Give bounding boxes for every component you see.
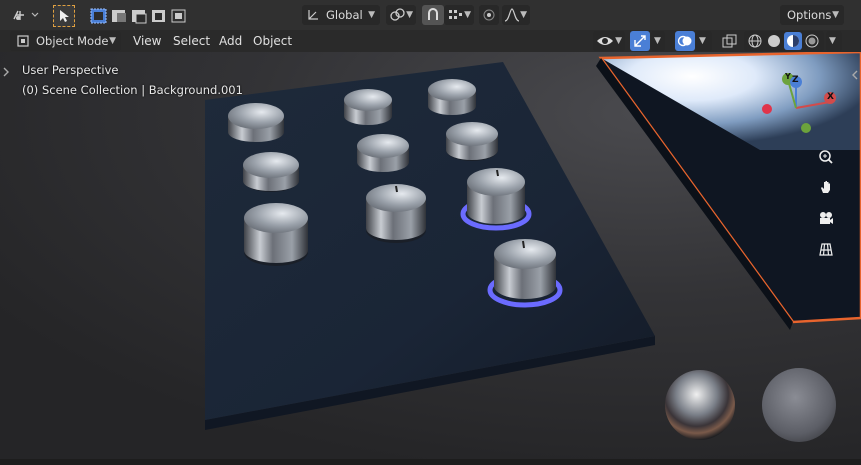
options-dropdown[interactable]: Options ▼ [780, 5, 844, 25]
snap-toggle[interactable] [422, 5, 444, 25]
viewport-scene[interactable] [0, 52, 861, 459]
shading-mode-group [744, 31, 824, 51]
chevron-down-icon: ▼ [832, 10, 839, 20]
hdri-diffuse-ball [762, 368, 836, 442]
transform-orientation-dropdown[interactable]: Global ▼ [302, 5, 380, 25]
zoom-icon [818, 149, 834, 168]
knob[interactable] [243, 152, 299, 192]
navigation-gizmo[interactable]: Z Y X [758, 70, 848, 140]
ortho-toggle-button[interactable] [815, 239, 837, 261]
camera-view-button[interactable] [815, 208, 837, 230]
overlay-toggle[interactable] [675, 31, 695, 51]
snap-target-dropdown[interactable]: ▼ [444, 5, 474, 25]
shading-solid-icon[interactable] [766, 33, 782, 49]
snap-icon [425, 7, 441, 23]
menu-view[interactable]: View [133, 32, 161, 50]
options-label: Options [787, 8, 832, 22]
chevron-down-icon: ▼ [520, 10, 527, 20]
chevron-down-icon: ▼ [406, 10, 413, 20]
pan-button[interactable] [815, 177, 837, 199]
grid-ortho-icon [818, 241, 834, 260]
knob[interactable] [357, 134, 409, 172]
chevron-down-icon: ▼ [829, 36, 836, 46]
object-mode-icon [16, 34, 30, 48]
shading-wireframe-icon[interactable] [747, 33, 763, 49]
shading-rendered-icon[interactable] [804, 33, 820, 49]
shading-dropdown[interactable]: ▼ [826, 31, 842, 51]
menu-object[interactable]: Object [253, 32, 292, 50]
select-tool-icon[interactable] [53, 5, 75, 27]
falloff-dropdown[interactable]: ▼ [502, 5, 530, 25]
menu-add[interactable]: Add [219, 32, 242, 50]
knob-lit[interactable] [460, 168, 532, 231]
camera-icon [818, 210, 834, 229]
chevron-down-icon: ▼ [464, 10, 471, 20]
knob[interactable] [244, 203, 308, 266]
knob[interactable] [446, 122, 498, 161]
proportional-edit-toggle[interactable] [479, 5, 499, 25]
chevron-down-icon: ▼ [615, 36, 622, 46]
gizmo-y-label: Y [785, 72, 791, 81]
chevron-down-icon: ▼ [109, 36, 116, 46]
transform-orientation-icon [306, 8, 320, 22]
hand-pan-icon [818, 179, 834, 198]
falloff-curve-icon [504, 8, 520, 22]
bottom-editor-edge [0, 459, 861, 465]
knob[interactable] [228, 103, 284, 142]
shading-material-icon[interactable] [784, 32, 802, 50]
mode-dropdown[interactable]: Object Mode ▼ [10, 31, 121, 51]
hdri-chrome-ball [665, 370, 735, 440]
overlay-icon [677, 33, 693, 49]
proportional-edit-icon [482, 8, 496, 22]
collection-info: (0) Scene Collection | Background.001 [22, 83, 243, 97]
view-name: User Perspective [22, 63, 119, 77]
xray-icon[interactable] [721, 33, 739, 49]
knob[interactable] [366, 184, 426, 243]
gizmo-icon [632, 33, 648, 49]
chevron-down-icon: ▼ [368, 10, 375, 20]
sidebar-expand-icon[interactable] [849, 67, 861, 83]
transform-orientation-label: Global [326, 8, 363, 22]
editor-type-icon[interactable] [8, 5, 42, 25]
overlay-dropdown[interactable]: ▼ [696, 31, 712, 51]
gizmo-dropdown[interactable]: ▼ [651, 31, 665, 51]
gizmo-neg-x [762, 104, 772, 114]
knob[interactable] [428, 79, 476, 115]
toolbar-expand-icon[interactable] [0, 64, 12, 80]
pivot-icon [389, 7, 405, 23]
chevron-down-icon: ▼ [699, 36, 706, 46]
3d-viewport[interactable]: User Perspective (0) Scene Collection | … [0, 52, 861, 459]
mode-label: Object Mode [36, 34, 109, 48]
box-select-mode-icons[interactable] [88, 6, 186, 26]
gizmo-neg-y [801, 123, 811, 133]
chevron-down-icon: ▼ [654, 36, 661, 46]
knob[interactable] [344, 89, 392, 125]
visibility-dropdown[interactable]: ▼ [593, 31, 625, 51]
visibility-icon [596, 33, 614, 49]
snap-target-icon [447, 8, 463, 22]
pivot-point-dropdown[interactable]: ▼ [386, 5, 416, 25]
gizmo-toggle[interactable] [630, 31, 650, 51]
zoom-button[interactable] [815, 147, 837, 169]
gizmo-x-label: X [827, 92, 834, 102]
gizmo-z-label: Z [792, 75, 799, 85]
menu-select[interactable]: Select [173, 32, 210, 50]
